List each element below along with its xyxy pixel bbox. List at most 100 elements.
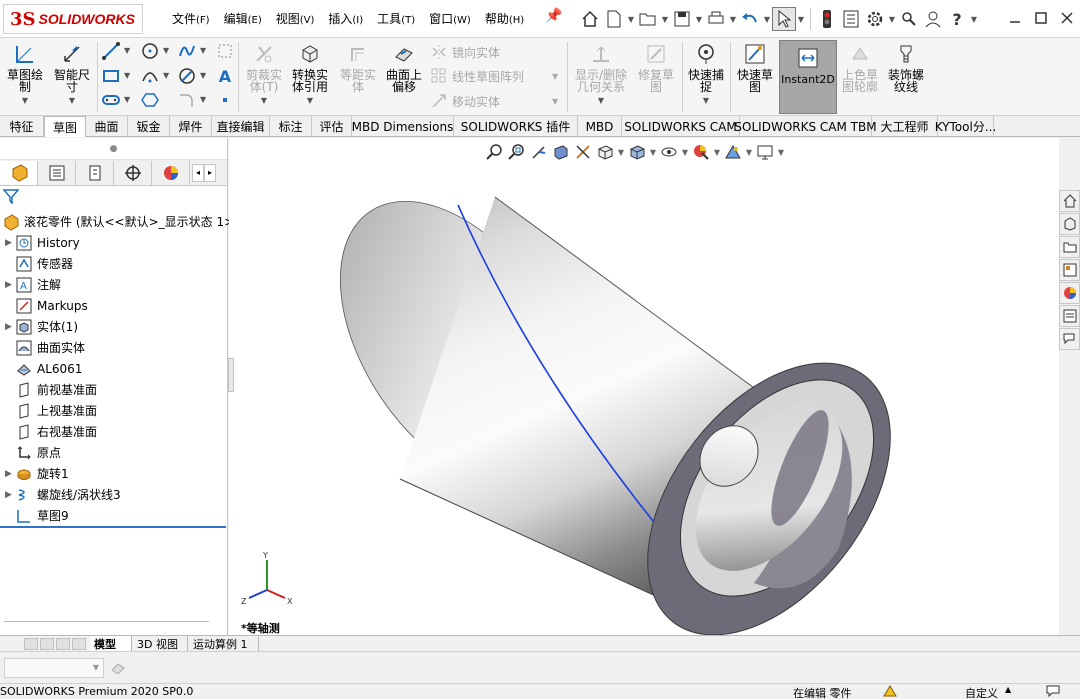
smart-dimension-dropdown-icon[interactable]: ▼ [69, 95, 75, 107]
tabs-scroll-left-icon[interactable]: ◂ [192, 163, 204, 182]
hide-show-items-icon[interactable] [658, 142, 680, 162]
eraser-icon[interactable] [110, 662, 126, 677]
menu-item[interactable]: 工具(T) [370, 10, 422, 27]
display-delete-relations-button[interactable]: 显示/删除 几何关系 ▼ [572, 42, 630, 107]
save-dropdown-icon[interactable]: ▼ [694, 15, 704, 24]
tree-item[interactable]: 上视基准面 [0, 400, 97, 421]
fillet-dropdown-icon[interactable]: ▼ [200, 95, 206, 104]
circle-dropdown-icon[interactable]: ▼ [163, 46, 169, 55]
menu-item[interactable]: 窗口(W) [422, 10, 478, 27]
menu-item[interactable]: 文件(F) [165, 10, 217, 27]
select-arrow-icon[interactable] [772, 7, 796, 31]
apply-scene-icon[interactable] [722, 142, 744, 162]
panel-splitter-handle[interactable] [228, 358, 234, 392]
repair-sketch-button[interactable]: 修复草 图 [634, 42, 678, 93]
ribbon-tab[interactable]: KYTool分... [935, 116, 996, 137]
linear-pattern-button[interactable]: 线性草图阵列 [430, 67, 524, 85]
tree-item[interactable]: 草图9 [0, 505, 69, 526]
ribbon-tab[interactable]: MBD [578, 116, 622, 137]
minimize-icon[interactable] [1002, 4, 1028, 32]
mirror-entities-button[interactable]: 镜向实体 [430, 43, 500, 61]
maximize-icon[interactable] [1028, 4, 1054, 32]
next-tab-icon[interactable] [56, 638, 70, 650]
panel-collapse-handle[interactable]: ● [0, 138, 227, 160]
tree-item[interactable]: 原点 [0, 442, 61, 463]
display-style-dropdown-icon[interactable]: ▼ [648, 148, 658, 157]
view-orientation-icon[interactable] [594, 142, 616, 162]
relations-dropdown-icon[interactable]: ▼ [598, 95, 604, 107]
linear-pattern-dropdown-icon[interactable]: ▼ [552, 72, 558, 81]
offset-on-surface-button[interactable]: 曲面上 偏移 [382, 42, 426, 93]
open-dropdown-icon[interactable]: ▼ [660, 15, 670, 24]
quick-snaps-dropdown-icon[interactable]: ▼ [703, 95, 709, 107]
zoom-to-area-icon[interactable] [506, 142, 528, 162]
point-icon[interactable] [214, 90, 236, 110]
new-document-icon[interactable] [602, 7, 626, 31]
sketch-dropdown-icon[interactable]: ▼ [22, 95, 28, 107]
bottom-tab[interactable]: 运动算例 1 [189, 636, 259, 651]
help-dropdown-icon[interactable]: ▼ [969, 15, 979, 24]
ribbon-tab[interactable]: 曲面 [86, 116, 128, 137]
rectangle-dropdown-icon[interactable]: ▼ [124, 71, 130, 80]
last-tab-icon[interactable] [72, 638, 86, 650]
zoom-to-fit-icon[interactable] [484, 142, 506, 162]
menu-item[interactable]: 插入(I) [321, 10, 370, 27]
file-explorer-icon[interactable] [1059, 236, 1080, 258]
view-settings-icon[interactable] [754, 142, 776, 162]
line-icon[interactable] [100, 41, 122, 61]
tree-item[interactable]: ▶ 螺旋线/涡状线3 [0, 484, 121, 505]
edit-appearance-icon[interactable] [690, 142, 712, 162]
bottom-tab[interactable]: 3D 视图 [133, 636, 188, 651]
graphics-area[interactable]: ▼ ▼ ▼ ▼ ▼ ▼ Y X Z *等轴测 [229, 138, 1059, 635]
help-icon[interactable]: ? [945, 7, 969, 31]
solidworks-resources-icon[interactable] [1059, 190, 1080, 212]
slot-dropdown-icon[interactable]: ▼ [124, 95, 130, 104]
expand-chevron-icon[interactable]: ▶ [5, 490, 15, 500]
view-settings-dropdown-icon[interactable]: ▼ [776, 148, 786, 157]
ellipse-dropdown-icon[interactable]: ▼ [200, 71, 206, 80]
tree-item[interactable]: ▶ History [0, 232, 80, 253]
hide-show-dropdown-icon[interactable]: ▼ [680, 148, 690, 157]
tree-filter[interactable] [0, 186, 227, 208]
tree-item[interactable]: 传感器 [0, 253, 73, 274]
expand-chevron-icon[interactable]: ▶ [5, 469, 15, 479]
search-commands-icon[interactable] [897, 7, 921, 31]
rapid-sketch-button[interactable]: 快速草 图 [734, 42, 776, 93]
line-dropdown-icon[interactable]: ▼ [124, 46, 130, 55]
ribbon-tab[interactable]: 特征 [0, 116, 44, 137]
solidworks-logo[interactable]: 3S SOLIDWORKS [3, 4, 143, 34]
ribbon-tab[interactable]: 焊件 [170, 116, 212, 137]
open-folder-icon[interactable] [636, 7, 660, 31]
print-icon[interactable] [704, 7, 728, 31]
slot-icon[interactable] [100, 90, 122, 110]
move-entities-button[interactable]: 移动实体 [430, 92, 500, 110]
shaded-sketch-contours-button[interactable]: 上色草 图轮廓 [838, 42, 882, 93]
custom-properties-icon[interactable] [1059, 305, 1080, 327]
tree-rollback-bar[interactable] [0, 526, 226, 528]
select-dropdown-icon[interactable]: ▼ [796, 15, 806, 24]
text-icon[interactable]: A [214, 66, 236, 86]
prev-tab-icon[interactable] [40, 638, 54, 650]
command-select[interactable]: ▼ [4, 658, 104, 678]
construction-geometry-icon[interactable] [214, 41, 236, 61]
tree-item[interactable]: Markups [0, 295, 88, 316]
convert-dropdown-icon[interactable]: ▼ [307, 95, 313, 107]
panel-scrollbar[interactable] [4, 621, 209, 622]
command-select-dropdown-icon[interactable]: ▼ [93, 663, 99, 672]
view-orientation-dropdown-icon[interactable]: ▼ [616, 148, 626, 157]
spline-dropdown-icon[interactable]: ▼ [200, 46, 206, 55]
print-dropdown-icon[interactable]: ▼ [728, 15, 738, 24]
undo-dropdown-icon[interactable]: ▼ [762, 15, 772, 24]
ribbon-tab[interactable]: SOLIDWORKS CAM TBM [734, 116, 877, 137]
tree-item[interactable]: ▶ 旋转1 [0, 463, 69, 484]
arc-dropdown-icon[interactable]: ▼ [163, 71, 169, 80]
smart-dimension-button[interactable]: 智能尺 寸 ▼ [50, 42, 94, 107]
file-properties-icon[interactable] [839, 7, 863, 31]
dimxpert-tab-icon[interactable] [114, 160, 152, 185]
offset-entities-button[interactable]: 等距实 体 [336, 42, 380, 93]
circle-icon[interactable] [139, 41, 161, 61]
rebuild-status-icon[interactable] [883, 685, 897, 699]
design-library-icon[interactable] [1059, 213, 1080, 235]
filter-funnel-icon[interactable] [2, 188, 20, 207]
quick-snaps-button[interactable]: 快速捕 捉 ▼ [685, 42, 727, 107]
